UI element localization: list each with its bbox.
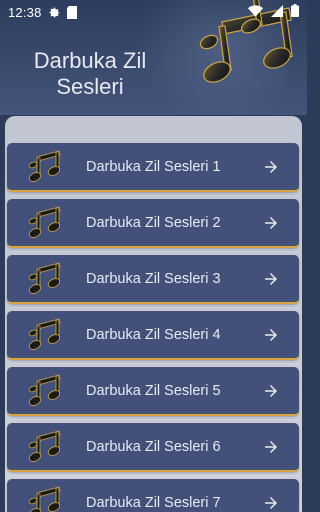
battery-icon [291, 4, 299, 20]
wifi-icon [248, 4, 263, 20]
list-item[interactable]: Darbuka Zil Sesleri 5 [7, 367, 299, 416]
list-item[interactable]: Darbuka Zil Sesleri 6 [7, 423, 299, 472]
arrow-right-icon[interactable] [260, 436, 282, 458]
list-item-label: Darbuka Zil Sesleri 1 [86, 158, 221, 175]
music-note-icon [23, 425, 67, 469]
music-note-icon [23, 369, 67, 413]
list-item-label: Darbuka Zil Sesleri 4 [86, 326, 221, 343]
signal-icon [271, 4, 283, 20]
arrow-right-icon[interactable] [260, 492, 282, 512]
list-item-label: Darbuka Zil Sesleri 7 [86, 494, 221, 511]
status-time: 12:38 [8, 4, 42, 20]
header: 12:38 Darbuka Zil Sesleri [0, 0, 307, 115]
list-item-label: Darbuka Zil Sesleri 6 [86, 438, 221, 455]
app-screen: 12:38 Darbuka Zil Sesleri Darbuka Zil Se… [0, 0, 307, 512]
arrow-right-icon[interactable] [260, 212, 282, 234]
arrow-right-icon[interactable] [260, 156, 282, 178]
list-item-label: Darbuka Zil Sesleri 2 [86, 214, 221, 231]
gear-icon [48, 6, 61, 19]
music-note-icon [23, 481, 67, 512]
list-item-label: Darbuka Zil Sesleri 5 [86, 382, 221, 399]
music-note-icon [23, 313, 67, 357]
music-note-icon [23, 201, 67, 245]
list-item-label: Darbuka Zil Sesleri 3 [86, 270, 221, 287]
list-item[interactable]: Darbuka Zil Sesleri 1 [7, 143, 299, 192]
music-note-icon [23, 145, 67, 189]
arrow-right-icon[interactable] [260, 380, 282, 402]
list-item[interactable]: Darbuka Zil Sesleri 7 [7, 479, 299, 512]
arrow-right-icon[interactable] [260, 324, 282, 346]
sd-card-icon [66, 5, 77, 19]
status-bar: 12:38 [0, 0, 307, 24]
music-note-icon [23, 257, 67, 301]
list-item[interactable]: Darbuka Zil Sesleri 2 [7, 199, 299, 248]
ringtone-list: Darbuka Zil Sesleri 1 Darbuka Zil Sesler… [7, 143, 300, 512]
arrow-right-icon[interactable] [260, 268, 282, 290]
status-right [248, 4, 299, 20]
list-item[interactable]: Darbuka Zil Sesleri 3 [7, 255, 299, 304]
list-item[interactable]: Darbuka Zil Sesleri 4 [7, 311, 299, 360]
app-title: Darbuka Zil Sesleri [33, 48, 147, 99]
